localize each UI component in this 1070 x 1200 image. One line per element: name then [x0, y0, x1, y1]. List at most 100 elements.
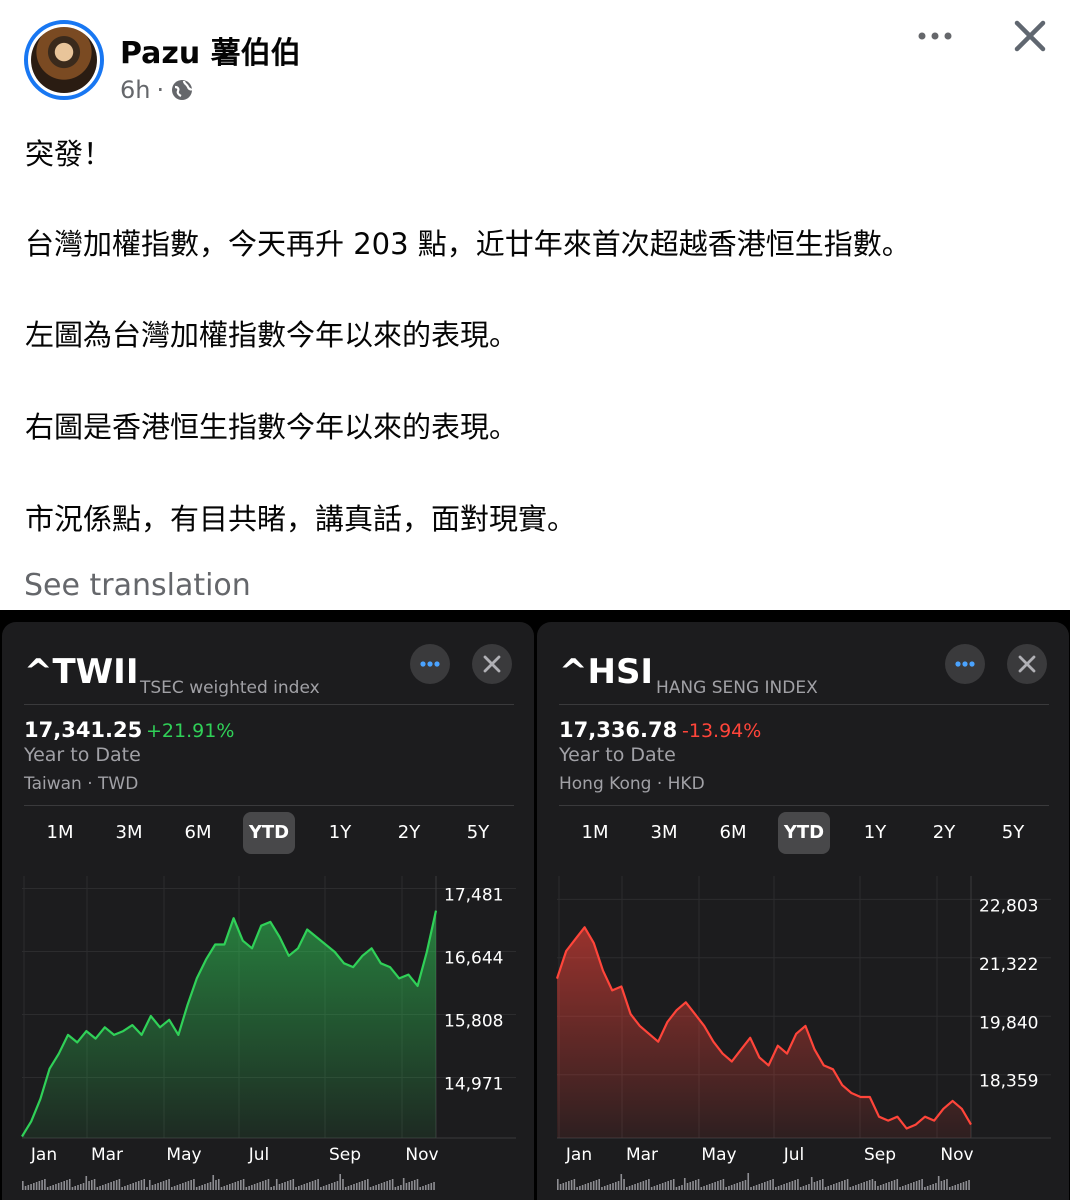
x-tick-label: Nov [940, 1145, 973, 1165]
volume-bar [639, 1182, 642, 1190]
tab-ytd[interactable]: YTD [243, 812, 295, 854]
volume-bar [650, 1187, 653, 1190]
volume-bar [863, 1182, 865, 1190]
volume-bar [794, 1180, 796, 1190]
post-paragraph: 左圖為台灣加權指數今年以來的表現。 [25, 318, 519, 352]
tab-1y[interactable]: 1Y [849, 812, 901, 854]
price-chart[interactable]: 17,481 16,644 15,808 14,971 Jan Mar May Jul Sep N… [2, 862, 534, 1200]
volume-bar [816, 1181, 819, 1190]
volume-bar [328, 1184, 330, 1190]
volume-bar [405, 1183, 408, 1190]
tab-1m[interactable]: 1M [34, 812, 86, 854]
tab-3m[interactable]: 3M [103, 812, 155, 854]
volume-bar [623, 1179, 625, 1190]
tab-2y[interactable]: 2Y [918, 812, 970, 854]
volume-bar [755, 1185, 758, 1190]
volume-bar [962, 1182, 965, 1190]
volume-bar [706, 1185, 708, 1190]
volume-bar [620, 1174, 623, 1190]
volume-bar [240, 1180, 242, 1190]
volume-bar [711, 1183, 714, 1190]
tab-6m[interactable]: 6M [172, 812, 224, 854]
attached-image[interactable]: ^TWII TSEC weighted index 17,341.25 +21.… [0, 610, 1070, 1200]
meta-separator: · [156, 76, 165, 104]
range-tabs: 1M 3M 6M YTD 1Y 2Y 5Y [24, 812, 514, 858]
close-button[interactable] [1007, 644, 1047, 684]
tab-ytd[interactable]: YTD [778, 812, 830, 854]
x-tick-label: Jan [30, 1145, 57, 1165]
volume-bar [902, 1186, 904, 1190]
volume-bar [819, 1180, 821, 1190]
volume-bar [135, 1182, 137, 1190]
ticker-symbol: ^TWII [24, 652, 139, 692]
x-tick-label: Jul [783, 1145, 805, 1165]
volume-bar [71, 1187, 74, 1190]
volume-bar [957, 1184, 959, 1190]
volume-bar [948, 1187, 951, 1190]
close-button[interactable] [472, 644, 512, 684]
volume-bar [229, 1184, 231, 1190]
avatar[interactable] [24, 20, 104, 100]
price: 17,341.25 [24, 718, 143, 742]
volume-bar [592, 1181, 595, 1190]
author-name[interactable]: Pazu 薯伯伯 [120, 28, 301, 72]
tab-5y[interactable]: 5Y [452, 812, 504, 854]
volume-bar [852, 1186, 854, 1190]
series-area [557, 927, 971, 1138]
price-chart[interactable]: 22,803 21,322 19,840 18,359 Jan Mar May Jul Sep N… [537, 862, 1069, 1200]
tab-3m[interactable]: 3M [638, 812, 690, 854]
more-dots-icon[interactable] [914, 22, 958, 50]
volume-bar [637, 1183, 639, 1190]
volume-bar [259, 1182, 261, 1190]
volume-bar [648, 1179, 650, 1190]
more-button[interactable] [410, 644, 450, 684]
volume-bar [835, 1183, 838, 1190]
volume-bar [946, 1179, 948, 1190]
post-time[interactable]: 6h [120, 76, 150, 104]
y-tick-label: 21,322 [979, 955, 1038, 975]
volume-bar [57, 1183, 60, 1190]
more-button[interactable] [945, 644, 985, 684]
volume-bar [162, 1181, 165, 1190]
tab-2y[interactable]: 2Y [383, 812, 435, 854]
volume-bar [841, 1181, 843, 1190]
volume-bar [22, 1181, 24, 1190]
volume-bar [375, 1185, 377, 1190]
volume-bar [378, 1184, 380, 1190]
volume-bar [386, 1181, 388, 1190]
ticker-symbol: ^HSI [559, 652, 654, 692]
post-meta: 6h · [120, 76, 194, 104]
volume-bar [805, 1185, 807, 1190]
x-tick-label: Mar [626, 1145, 658, 1165]
tab-6m[interactable]: 6M [707, 812, 759, 854]
volume-bar [402, 1178, 405, 1190]
see-translation-link[interactable]: See translation [24, 568, 251, 603]
volume-bar [581, 1185, 584, 1190]
volume-bar [184, 1182, 187, 1190]
volume-bar [653, 1186, 656, 1190]
volume-bar [419, 1187, 422, 1190]
volume-bar [750, 1187, 752, 1190]
volume-bar [664, 1182, 667, 1190]
volume-bar [935, 1183, 937, 1190]
volume-bar [683, 1178, 686, 1190]
volume-bar [223, 1186, 226, 1190]
volume-bar [314, 1180, 317, 1190]
volume-bar [350, 1185, 353, 1190]
volume-bar [143, 1179, 146, 1190]
volume-bar [940, 1181, 943, 1190]
close-icon [483, 655, 501, 673]
volume-bar [248, 1186, 250, 1190]
close-icon[interactable] [1008, 14, 1052, 58]
tab-1m[interactable]: 1M [569, 812, 621, 854]
volume-bar [761, 1183, 763, 1190]
tab-5y[interactable]: 5Y [987, 812, 1039, 854]
globe-icon[interactable] [170, 78, 194, 102]
volume-bar [659, 1184, 661, 1190]
post-paragraph: 台灣加權指數，今天再升 203 點，近廿年來首次超越香港恒生指數。 [25, 227, 911, 261]
tab-1y[interactable]: 1Y [314, 812, 366, 854]
region-label: Hong Kong · HKD [559, 774, 705, 794]
volume-bar [877, 1186, 879, 1190]
volume-bar [924, 1187, 926, 1190]
y-tick-label: 18,359 [979, 1072, 1038, 1092]
